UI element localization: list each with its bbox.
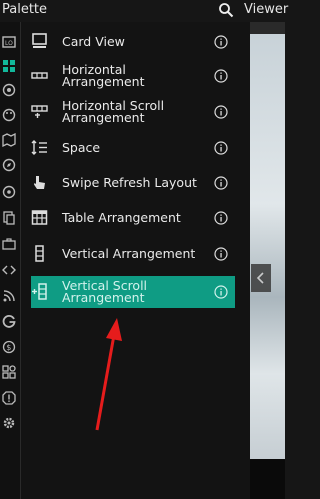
palette-item-label: Horizontal Arrangement	[62, 62, 145, 89]
palette-item-vertical-scroll-arrangement[interactable]: Vertical Scroll Arrangement	[31, 276, 235, 308]
vertical-arrangement-icon	[35, 245, 44, 262]
table-icon	[31, 210, 48, 225]
viewer-title: Viewer	[244, 2, 289, 17]
settings-icon[interactable]	[2, 416, 16, 430]
palette-item-horizontal-arrangement[interactable]: Horizontal Arrangement	[31, 60, 235, 92]
info-icon[interactable]	[214, 141, 228, 155]
viewer-panel	[250, 22, 285, 499]
palette-item-label: Table Arrangement	[62, 210, 181, 225]
google-icon[interactable]	[2, 314, 16, 328]
viewer-footer	[250, 459, 285, 499]
svg-text:$: $	[6, 343, 11, 352]
compass-icon[interactable]	[2, 158, 16, 172]
palette-item-horizontal-scroll-arrangement[interactable]: Horizontal Scroll Arrangement	[31, 96, 235, 128]
chevron-left-icon	[256, 272, 264, 284]
briefcase-icon[interactable]	[2, 237, 16, 251]
palette-item-vertical-arrangement[interactable]: Vertical Arrangement	[31, 238, 235, 270]
palette-item-table-arrangement[interactable]: Table Arrangement	[31, 202, 235, 234]
info-icon[interactable]	[214, 247, 228, 261]
palette-title: Palette	[2, 2, 48, 17]
storage-icon[interactable]	[2, 211, 16, 225]
search-icon[interactable]	[218, 2, 234, 18]
layout-icon[interactable]: LO	[2, 35, 16, 49]
svg-text:LO: LO	[5, 40, 13, 47]
palette-icon[interactable]	[2, 108, 16, 122]
palette-item-card-view[interactable]: Card View	[31, 26, 235, 58]
info-icon[interactable]	[214, 35, 228, 49]
palette-item-label: Vertical Arrangement	[62, 246, 196, 261]
rss-icon[interactable]	[2, 289, 16, 303]
palette-item-label: Card View	[62, 34, 125, 49]
alert-icon[interactable]	[2, 391, 16, 405]
info-icon[interactable]	[214, 176, 228, 190]
palette-list: Card View Horizontal Arrangement Horizon…	[21, 22, 250, 499]
info-icon[interactable]	[214, 211, 228, 225]
info-icon[interactable]	[214, 285, 228, 299]
horizontal-arrangement-icon	[31, 72, 48, 79]
currency-icon[interactable]: $	[2, 340, 16, 354]
palette-item-label: Vertical Scroll Arrangement	[62, 278, 148, 305]
map-icon[interactable]	[2, 133, 16, 147]
palette-item-label: Horizontal Scroll Arrangement	[62, 98, 165, 125]
code-icon[interactable]	[2, 263, 16, 277]
info-icon[interactable]	[214, 69, 228, 83]
vertical-scroll-icon	[32, 283, 47, 300]
palette-item-label: Space	[62, 140, 101, 155]
palette-item-swipe-refresh-layout[interactable]: Swipe Refresh Layout	[31, 167, 235, 199]
grid-icon[interactable]	[2, 59, 16, 73]
info-icon[interactable]	[214, 105, 228, 119]
sensor-icon[interactable]	[2, 185, 16, 199]
card-view-icon	[32, 33, 47, 48]
palette-item-space[interactable]: Space	[31, 132, 235, 164]
theme-icon[interactable]	[2, 83, 16, 97]
collapse-palette-button[interactable]	[251, 264, 271, 292]
extensions-icon[interactable]	[2, 365, 16, 379]
space-icon	[31, 140, 47, 155]
horizontal-scroll-icon	[31, 105, 48, 118]
category-icon-rail: LO $	[0, 22, 21, 499]
palette-header: Palette Viewer	[0, 0, 289, 22]
palette-item-label: Swipe Refresh Layout	[62, 175, 197, 190]
swipe-refresh-icon	[34, 176, 45, 189]
viewer-background-image	[250, 34, 285, 459]
